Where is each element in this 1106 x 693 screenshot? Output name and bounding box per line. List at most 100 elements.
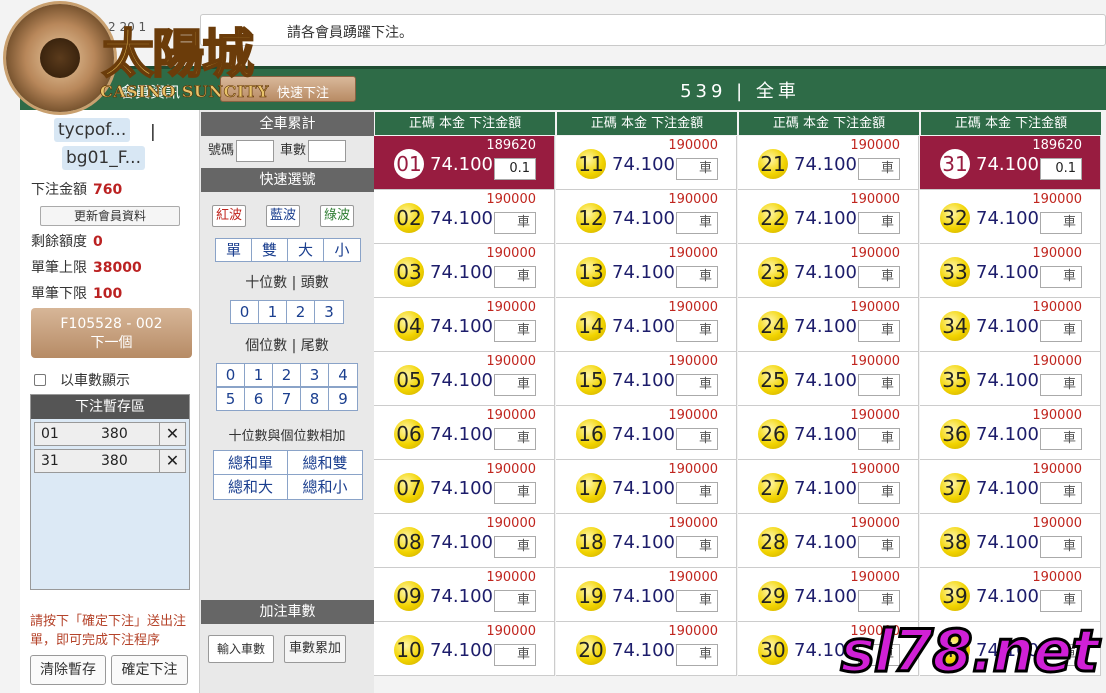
close-icon[interactable]: ✕ xyxy=(159,450,185,472)
number-cell-19[interactable]: 19 74.100 190000 車 xyxy=(556,568,737,622)
bet-amount-input[interactable]: 車 xyxy=(494,320,536,342)
bet-amount-input[interactable]: 0.1 xyxy=(1040,158,1082,180)
number-cell-12[interactable]: 12 74.100 190000 車 xyxy=(556,190,737,244)
number-ball[interactable]: 22 xyxy=(758,203,788,233)
number-cell-14[interactable]: 14 74.100 190000 車 xyxy=(556,298,737,352)
red-wave-button[interactable]: 紅波 xyxy=(212,205,247,227)
number-ball[interactable]: 08 xyxy=(394,527,424,557)
number-cell-32[interactable]: 32 74.100 190000 車 xyxy=(920,190,1101,244)
show-by-car-checkbox[interactable]: 以車數顯示 xyxy=(34,370,130,390)
bet-amount-input[interactable]: 車 xyxy=(676,158,718,180)
bet-amount-input[interactable]: 車 xyxy=(858,374,900,396)
number-cell-04[interactable]: 04 74.100 190000 車 xyxy=(374,298,555,352)
number-ball[interactable]: 36 xyxy=(940,419,970,449)
big-button[interactable]: 大 xyxy=(288,239,324,261)
number-ball[interactable]: 17 xyxy=(576,473,606,503)
number-cell-10[interactable]: 10 74.100 190000 車 xyxy=(374,622,555,676)
number-cell-11[interactable]: 11 74.100 190000 車 xyxy=(556,136,737,190)
units-0-button[interactable]: 0 xyxy=(217,364,245,386)
number-cell-33[interactable]: 33 74.100 190000 車 xyxy=(920,244,1101,298)
number-ball[interactable]: 30 xyxy=(758,635,788,665)
sum-even-button[interactable]: 總和雙 xyxy=(288,451,362,475)
number-cell-37[interactable]: 37 74.100 190000 車 xyxy=(920,460,1101,514)
bet-amount-input[interactable]: 0.1 xyxy=(494,158,536,180)
number-ball[interactable]: 19 xyxy=(576,581,606,611)
units-6-button[interactable]: 6 xyxy=(245,388,273,410)
update-member-button[interactable]: 更新會員資料 xyxy=(40,206,180,226)
number-ball[interactable]: 09 xyxy=(394,581,424,611)
clear-staging-button[interactable]: 清除暫存 xyxy=(30,655,106,685)
bet-amount-input[interactable]: 車 xyxy=(676,536,718,558)
bet-amount-input[interactable]: 車 xyxy=(1040,482,1082,504)
units-4-button[interactable]: 4 xyxy=(329,364,357,386)
units-5-button[interactable]: 5 xyxy=(217,388,245,410)
sum-big-button[interactable]: 總和大 xyxy=(214,475,288,499)
bet-amount-input[interactable]: 車 xyxy=(858,536,900,558)
blue-wave-button[interactable]: 藍波 xyxy=(266,205,301,227)
number-ball[interactable]: 31 xyxy=(940,149,970,179)
number-cell-36[interactable]: 36 74.100 190000 車 xyxy=(920,406,1101,460)
number-ball[interactable]: 21 xyxy=(758,149,788,179)
bet-amount-input[interactable]: 車 xyxy=(1040,320,1082,342)
number-ball[interactable]: 26 xyxy=(758,419,788,449)
bet-amount-input[interactable]: 車 xyxy=(676,374,718,396)
number-ball[interactable]: 39 xyxy=(940,581,970,611)
number-ball[interactable]: 27 xyxy=(758,473,788,503)
bet-amount-input[interactable]: 車 xyxy=(1040,266,1082,288)
bet-amount-input[interactable]: 車 xyxy=(858,158,900,180)
bet-amount-input[interactable]: 車 xyxy=(494,590,536,612)
number-ball[interactable]: 18 xyxy=(576,527,606,557)
bet-amount-input[interactable]: 車 xyxy=(676,266,718,288)
number-cell-20[interactable]: 20 74.100 190000 車 xyxy=(556,622,737,676)
number-ball[interactable]: 33 xyxy=(940,257,970,287)
number-ball[interactable]: 34 xyxy=(940,311,970,341)
number-cell-07[interactable]: 07 74.100 190000 車 xyxy=(374,460,555,514)
bet-amount-input[interactable]: 車 xyxy=(494,212,536,234)
units-7-button[interactable]: 7 xyxy=(273,388,301,410)
number-cell-29[interactable]: 29 74.100 190000 車 xyxy=(738,568,919,622)
number-ball[interactable]: 13 xyxy=(576,257,606,287)
units-2-button[interactable]: 2 xyxy=(273,364,301,386)
number-cell-26[interactable]: 26 74.100 190000 車 xyxy=(738,406,919,460)
units-1-button[interactable]: 1 xyxy=(245,364,273,386)
number-cell-23[interactable]: 23 74.100 190000 車 xyxy=(738,244,919,298)
number-cell-17[interactable]: 17 74.100 190000 車 xyxy=(556,460,737,514)
number-ball[interactable]: 16 xyxy=(576,419,606,449)
bet-amount-input[interactable]: 車 xyxy=(676,482,718,504)
green-wave-button[interactable]: 綠波 xyxy=(320,205,355,227)
accumulate-cars-button[interactable]: 車數累加 xyxy=(284,635,346,663)
confirm-bet-button[interactable]: 確定下注 xyxy=(111,655,188,685)
odd-button[interactable]: 單 xyxy=(216,239,252,261)
tens-3-button[interactable]: 3 xyxy=(315,301,343,323)
number-cell-02[interactable]: 02 74.100 190000 車 xyxy=(374,190,555,244)
bet-amount-input[interactable]: 車 xyxy=(494,536,536,558)
bet-amount-input[interactable]: 車 xyxy=(676,320,718,342)
checkbox-box[interactable] xyxy=(34,374,46,386)
bet-amount-input[interactable]: 車 xyxy=(1040,374,1082,396)
number-cell-38[interactable]: 38 74.100 190000 車 xyxy=(920,514,1101,568)
bet-amount-input[interactable]: 車 xyxy=(494,374,536,396)
number-cell-27[interactable]: 27 74.100 190000 車 xyxy=(738,460,919,514)
bet-amount-input[interactable]: 車 xyxy=(858,590,900,612)
number-ball[interactable]: 07 xyxy=(394,473,424,503)
sum-small-button[interactable]: 總和小 xyxy=(288,475,362,499)
tens-0-button[interactable]: 0 xyxy=(231,301,259,323)
tens-1-button[interactable]: 1 xyxy=(259,301,287,323)
number-cell-21[interactable]: 21 74.100 190000 車 xyxy=(738,136,919,190)
bet-amount-input[interactable]: 車 xyxy=(676,428,718,450)
number-cell-28[interactable]: 28 74.100 190000 車 xyxy=(738,514,919,568)
number-cell-31[interactable]: 31 74.100 189620 0.1 xyxy=(920,136,1101,190)
number-ball[interactable]: 25 xyxy=(758,365,788,395)
number-ball[interactable]: 15 xyxy=(576,365,606,395)
number-ball[interactable]: 32 xyxy=(940,203,970,233)
number-ball[interactable]: 04 xyxy=(394,311,424,341)
number-cell-03[interactable]: 03 74.100 190000 車 xyxy=(374,244,555,298)
number-ball[interactable]: 23 xyxy=(758,257,788,287)
number-ball[interactable]: 01 xyxy=(394,149,424,179)
bet-amount-input[interactable]: 車 xyxy=(1040,212,1082,234)
even-button[interactable]: 雙 xyxy=(252,239,288,261)
number-cell-18[interactable]: 18 74.100 190000 車 xyxy=(556,514,737,568)
close-icon[interactable]: ✕ xyxy=(159,423,185,445)
bet-amount-input[interactable]: 車 xyxy=(676,212,718,234)
number-cell-05[interactable]: 05 74.100 190000 車 xyxy=(374,352,555,406)
